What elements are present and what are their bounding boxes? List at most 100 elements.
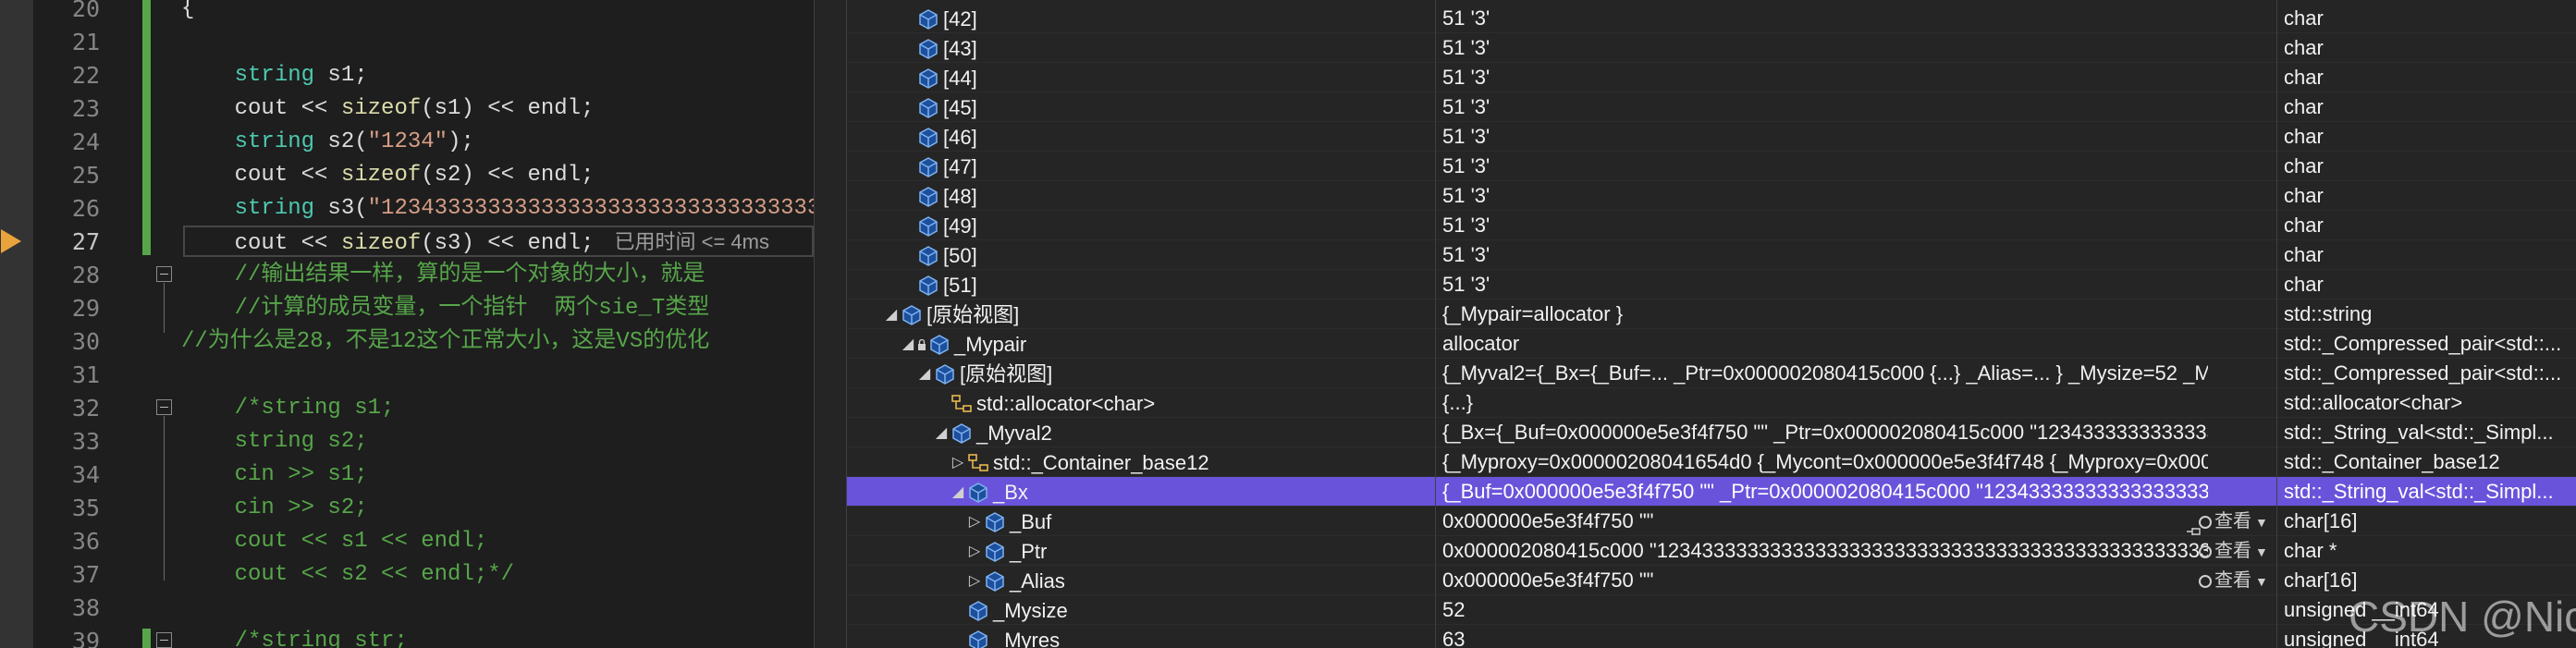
watch-value-cell[interactable]: 51 '3' <box>1439 33 2208 63</box>
watch-type-cell[interactable]: char <box>2280 63 2576 92</box>
code-text-area[interactable]: { string s1; cout << sizeof(s1) << endl;… <box>181 0 814 648</box>
expanded-triangle-icon[interactable]: ◢ <box>882 300 901 329</box>
code-line[interactable]: string s1; <box>181 59 814 92</box>
watch-value-cell[interactable]: 51 '3' <box>1439 211 2208 240</box>
fold-toggle-icon[interactable] <box>156 266 172 282</box>
code-line[interactable]: string s2; <box>181 425 814 458</box>
watch-row[interactable]: [51] 51 '3' char <box>847 270 2576 300</box>
code-line[interactable]: cin >> s2; <box>181 492 814 525</box>
code-line[interactable] <box>181 26 814 59</box>
column-divider[interactable] <box>2276 0 2277 648</box>
watch-value-cell[interactable]: allocator <box>1439 329 2208 359</box>
watch-row[interactable]: [46] 51 '3' char <box>847 122 2576 152</box>
watch-value-cell[interactable]: 0x000000e5e3f4f750 "" <box>1439 566 2208 595</box>
watch-row[interactable]: [45] 51 '3' char <box>847 92 2576 122</box>
code-line[interactable]: //输出结果一样，算的是一个对象的大小，就是 <box>181 259 814 292</box>
watch-type-cell[interactable]: char <box>2280 122 2576 152</box>
code-line[interactable]: cin >> s1; <box>181 458 814 492</box>
watch-value-cell[interactable]: 52 <box>1439 595 2208 625</box>
watch-type-cell[interactable]: char <box>2280 211 2576 240</box>
watch-value-cell[interactable]: 51 '3' <box>1439 181 2208 211</box>
watch-row[interactable]: ◢ _Myval2 {_Bx={_Buf=0x000000e5e3f4f750 ""… <box>847 418 2576 447</box>
code-line[interactable]: /*string str; <box>181 625 814 648</box>
glyph-margin[interactable] <box>0 0 33 648</box>
watch-name-cell[interactable]: [42] <box>847 4 1487 33</box>
watch-row[interactable]: [50] 51 '3' char <box>847 240 2576 270</box>
watch-value-cell[interactable]: 51 '3' <box>1439 4 2208 33</box>
watch-name-cell[interactable]: ▷ std::_Container_base12 <box>847 447 1537 477</box>
code-line[interactable]: cout << s1 << endl; <box>181 525 814 558</box>
view-visualizer-button[interactable]: 查看 ▼ <box>2199 566 2268 595</box>
watch-name-cell[interactable]: ◢ _Myval2 <box>847 418 1520 447</box>
watch-row[interactable]: ▷ std::_Container_base12 {_Myproxy=0x00000… <box>847 447 2576 477</box>
watch-type-cell[interactable]: char[16] <box>2280 507 2576 536</box>
watch-type-cell[interactable]: char <box>2280 92 2576 122</box>
watch-type-cell[interactable]: char * <box>2280 536 2576 566</box>
watch-name-cell[interactable]: std::allocator<char> <box>847 388 1520 418</box>
watch-row[interactable]: ▷ _Alias 0x000000e5e3f4f750 "" 查看 ▼ char[16] <box>847 566 2576 595</box>
watch-value-cell[interactable]: {_Myproxy=0x00000208041654d0 {_Mycont=0x… <box>1439 447 2208 477</box>
watch-row[interactable]: [48] 51 '3' char <box>847 181 2576 211</box>
collapsed-triangle-icon[interactable]: ▷ <box>965 537 984 566</box>
watch-value-cell[interactable]: {...} <box>1439 388 2208 418</box>
watch-value-cell[interactable]: {_Mypair=allocator } <box>1439 300 2208 329</box>
watch-type-cell[interactable]: char <box>2280 240 2576 270</box>
code-line[interactable]: //为什么是28，不是12这个正常大小，这是VS的优化 <box>181 325 814 359</box>
watch-type-cell[interactable]: std::allocator<char> <box>2280 388 2576 418</box>
watch-value-cell[interactable]: 51 '3' <box>1439 122 2208 152</box>
code-editor[interactable]: 20 21 22 23 24 25 26 27 28 29 30 31 32 33 34 35 36 37 38 39… <box>0 0 814 648</box>
collapsed-triangle-icon[interactable]: ▷ <box>965 507 984 536</box>
watch-name-cell[interactable]: _Myres <box>847 625 1537 648</box>
watch-type-cell[interactable]: char <box>2280 270 2576 300</box>
code-line[interactable]: //计算的成员变量，一个指针 两个sie_T类型 <box>181 292 814 325</box>
view-visualizer-button[interactable]: 查看 ▼ <box>2199 507 2268 536</box>
watch-type-cell[interactable]: std::_String_val<std::_Simpl... <box>2280 418 2576 447</box>
watch-type-cell[interactable]: std::_Compressed_pair<std::... <box>2280 359 2576 388</box>
code-line[interactable]: cout << sizeof(s3) << endl; 已用时间 <= 4ms <box>181 226 814 259</box>
code-line[interactable]: cout << sizeof(s1) << endl; <box>181 92 814 126</box>
watch-row[interactable]: _Myres 63 unsigned __int64 <box>847 625 2576 648</box>
watch-name-cell[interactable]: [51] <box>847 270 1487 300</box>
fold-toggle-icon[interactable] <box>156 399 172 415</box>
watch-name-cell[interactable]: [43] <box>847 33 1487 63</box>
watch-name-cell[interactable]: [50] <box>847 240 1487 270</box>
watch-value-cell[interactable]: {_Buf=0x000000e5e3f4f750 "" _Ptr=0x00000… <box>1439 477 2208 507</box>
expanded-triangle-icon[interactable]: ◢ <box>949 478 967 507</box>
watch-name-cell[interactable]: [46] <box>847 122 1487 152</box>
watch-value-cell[interactable]: {_Myval2={_Bx={_Buf=... _Ptr=0x000002080… <box>1439 359 2208 388</box>
watch-value-cell[interactable]: 51 '3' <box>1439 240 2208 270</box>
watch-value-cell[interactable]: 0x000002080415c000 "12343333333333333333… <box>1439 536 2208 566</box>
code-line[interactable] <box>181 592 814 625</box>
fold-toggle-icon[interactable] <box>156 632 172 648</box>
watch-value-cell[interactable]: 0x000000e5e3f4f750 "" <box>1439 507 2208 536</box>
watch-name-cell[interactable]: [44] <box>847 63 1487 92</box>
watch-value-cell[interactable]: 51 '3' <box>1439 92 2208 122</box>
watch-value-cell[interactable]: 51 '3' <box>1439 270 2208 300</box>
watch-row[interactable]: [42] 51 '3' char <box>847 4 2576 33</box>
watch-name-cell[interactable]: [49] <box>847 211 1487 240</box>
expanded-triangle-icon[interactable]: ◢ <box>932 419 951 447</box>
view-visualizer-button[interactable]: 查看 ▼ <box>2199 536 2268 566</box>
code-line[interactable]: { <box>181 0 814 26</box>
watch-row[interactable]: ◢ _Mypair allocator std::_Compressed_pair<s… <box>847 329 2576 359</box>
watch-row[interactable]: ▷ _Buf 0x000000e5e3f4f750 "" 查看 ▼ char[16] <box>847 507 2576 536</box>
watch-row[interactable]: [47] 51 '3' char <box>847 152 2576 181</box>
watch-row[interactable]: [49] 51 '3' char <box>847 211 2576 240</box>
watch-row[interactable]: ◢ [原始视图] {_Myval2={_Bx={_Buf=... _Ptr=0x00… <box>847 359 2576 388</box>
watch-name-cell[interactable]: ◢ _Mypair <box>847 329 1487 359</box>
watch-name-cell[interactable]: _Mysize <box>847 595 1537 625</box>
watch-value-cell[interactable]: 51 '3' <box>1439 63 2208 92</box>
collapsed-triangle-icon[interactable]: ▷ <box>949 448 967 477</box>
watch-value-cell[interactable]: 63 <box>1439 625 2208 648</box>
collapsed-triangle-icon[interactable]: ▷ <box>965 567 984 595</box>
code-line[interactable] <box>181 359 814 392</box>
watch-type-cell[interactable]: char <box>2280 33 2576 63</box>
panel-splitter[interactable] <box>814 0 847 648</box>
code-line[interactable]: cout << s2 << endl;*/ <box>181 558 814 592</box>
watch-row[interactable]: ▷ _Ptr 0x000002080415c000 "123433333333333… <box>847 536 2576 566</box>
code-line[interactable]: string s2("1234"); <box>181 126 814 159</box>
watch-row[interactable]: [44] 51 '3' char <box>847 63 2576 92</box>
watch-type-cell[interactable]: std::_String_val<std::_Simpl... <box>2280 477 2576 507</box>
code-line[interactable]: cout << sizeof(s2) << endl; <box>181 159 814 192</box>
code-line[interactable]: string s3("12343333333333333333333333333… <box>181 192 814 226</box>
